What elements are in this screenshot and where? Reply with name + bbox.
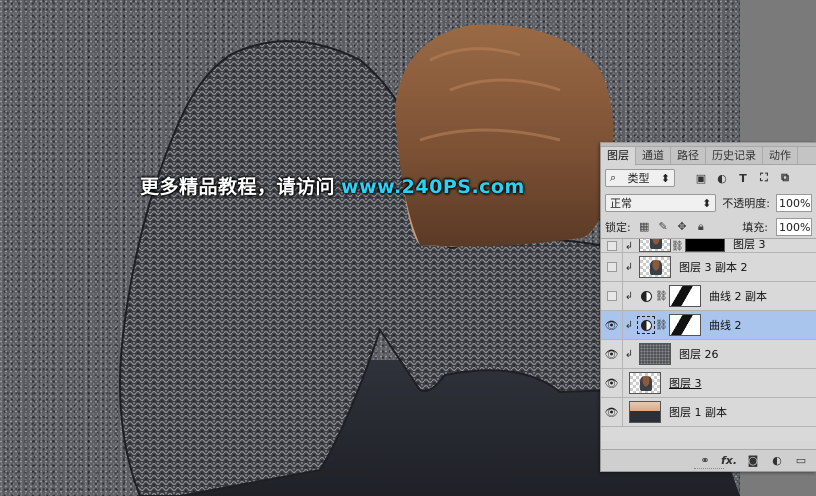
chevron-updown-icon: ⬍ <box>660 171 670 185</box>
watermark-chinese: 更多精品教程，请访问 <box>140 176 336 198</box>
visibility-toggle[interactable] <box>601 282 623 310</box>
hidden-eye-box <box>606 240 617 251</box>
layers-footer: ⚭ fx. ◙ ◐ ▭ <box>601 449 816 471</box>
watermark-url: www.240PS.com <box>341 176 525 198</box>
layer-thumbnail <box>639 343 671 365</box>
visibility-toggle[interactable] <box>601 253 623 281</box>
image-filter-icon[interactable]: ▣ <box>695 172 707 185</box>
curves-adjustment-icon <box>637 287 655 305</box>
blend-mode-value: 正常 <box>610 197 632 210</box>
smart-object-filter-icon[interactable]: ⧉ <box>779 171 791 184</box>
eye-icon: 👁︎ <box>604 376 619 390</box>
link-icon: ⛓︎ <box>655 290 668 302</box>
opacity-label: 不透明度: <box>722 197 770 210</box>
link-icon[interactable]: ⚭ <box>698 454 712 468</box>
lock-row: 锁定: ▦ ✎ ✥ 🔒︎ 填充: 100% <box>601 215 816 239</box>
layers-list[interactable]: ↲ ⛓︎ 图层 3 ↲ 图层 3 副本 2 ↲ ⛓︎ 曲线 2 副本 👁︎ ↲ … <box>601 239 816 441</box>
layer-name: 曲线 2 <box>709 319 742 332</box>
layer-thumbnail <box>629 372 661 394</box>
visibility-toggle[interactable] <box>601 239 623 252</box>
layer-name: 图层 26 <box>679 348 719 361</box>
folder-icon[interactable]: ▭ <box>794 454 808 468</box>
layer-name: 图层 1 副本 <box>669 406 727 419</box>
layers-panel: 图层 通道 路径 历史记录 动作 ⌕ 类型 ⬍ ▣ ◐ T ⛶ ⧉ 正常 ⬍ 不… <box>600 142 816 472</box>
clip-arrow-icon: ↲ <box>624 241 634 252</box>
layer-thumbnail <box>639 256 671 278</box>
shape-filter-icon[interactable]: ⛶ <box>758 171 770 184</box>
panel-tabs: 图层 通道 路径 历史记录 动作 <box>601 147 816 166</box>
visibility-toggle[interactable]: 👁︎ <box>601 398 623 426</box>
fill-field[interactable]: 100% <box>776 217 812 236</box>
fx-icon[interactable]: fx. <box>721 454 737 468</box>
link-icon: ⛓︎ <box>655 319 668 331</box>
mask-thumbnail <box>669 314 701 336</box>
clip-arrow-icon: ↲ <box>624 348 634 360</box>
eye-icon: 👁︎ <box>604 405 619 419</box>
visibility-toggle[interactable]: 👁︎ <box>601 340 623 368</box>
tab-layers[interactable]: 图层 <box>601 147 636 166</box>
layer-row[interactable]: ↲ 图层 3 副本 2 <box>601 253 816 282</box>
search-icon: ⌕ <box>610 171 617 184</box>
clip-arrow-icon: ↲ <box>624 290 634 302</box>
mask-thumbnail <box>669 285 701 307</box>
resize-grip[interactable] <box>693 468 724 470</box>
blend-mode-select[interactable]: 正常 ⬍ <box>605 194 717 212</box>
fill-label: 填充: <box>742 220 768 234</box>
layer-row-selected[interactable]: 👁︎ ↲ ⛓︎ 曲线 2 <box>601 311 816 340</box>
mask-thumbnail <box>685 239 725 252</box>
clip-arrow-icon: ↲ <box>624 319 634 331</box>
lock-brush-icon[interactable]: ✎ <box>658 220 669 233</box>
eye-icon: 👁︎ <box>604 347 619 361</box>
layer-name: 图层 3 <box>733 239 766 251</box>
filter-kind-select[interactable]: ⌕ 类型 ⬍ <box>605 169 675 187</box>
visibility-toggle[interactable]: 👁︎ <box>601 369 623 397</box>
layer-thumbnail <box>629 401 661 423</box>
lock-label: 锁定: <box>605 220 631 234</box>
link-icon: ⛓︎ <box>671 241 684 252</box>
tab-channels[interactable]: 通道 <box>636 147 671 164</box>
eye-icon: 👁︎ <box>604 318 619 332</box>
lock-transparency-icon[interactable]: ▦ <box>639 220 650 233</box>
layer-row[interactable]: ↲ ⛓︎ 图层 3 <box>601 239 816 253</box>
opacity-field[interactable]: 100% <box>776 194 812 212</box>
layer-name: 图层 3 <box>669 377 702 390</box>
visibility-toggle[interactable]: 👁︎ <box>601 311 623 339</box>
adjustment-icon[interactable]: ◐ <box>770 454 784 468</box>
layer-row[interactable]: ↲ ⛓︎ 曲线 2 副本 <box>601 282 816 311</box>
hidden-eye-box <box>606 291 617 301</box>
layer-row[interactable]: 👁︎ 图层 1 副本 <box>601 398 816 427</box>
tab-paths[interactable]: 路径 <box>671 147 706 164</box>
type-filter-icon[interactable]: T <box>737 172 749 185</box>
curves-adjustment-icon <box>637 316 655 334</box>
adjustment-filter-icon[interactable]: ◐ <box>716 172 728 185</box>
blend-row: 正常 ⬍ 不透明度: 100% <box>601 191 816 215</box>
layer-thumbnail <box>639 239 671 252</box>
clip-arrow-icon: ↲ <box>624 261 634 273</box>
layer-name: 图层 3 副本 2 <box>679 261 748 274</box>
layer-filter-row: ⌕ 类型 ⬍ ▣ ◐ T ⛶ ⧉ <box>601 165 816 191</box>
lock-move-icon[interactable]: ✥ <box>677 220 688 233</box>
layer-row[interactable]: 👁︎ 图层 3 <box>601 369 816 398</box>
tab-actions[interactable]: 动作 <box>763 147 798 164</box>
chevron-updown-icon: ⬍ <box>702 196 712 210</box>
watermark-text: 更多精品教程，请访问 www.240PS.com <box>140 172 525 199</box>
layer-name: 曲线 2 副本 <box>709 290 767 303</box>
filter-kind-label: 类型 <box>627 172 650 185</box>
layer-row[interactable]: 👁︎ ↲ 图层 26 <box>601 340 816 369</box>
tab-history[interactable]: 历史记录 <box>706 147 763 164</box>
mask-icon[interactable]: ◙ <box>746 454 760 468</box>
hidden-eye-box <box>606 262 617 272</box>
lock-all-icon[interactable]: 🔒︎ <box>695 220 706 233</box>
